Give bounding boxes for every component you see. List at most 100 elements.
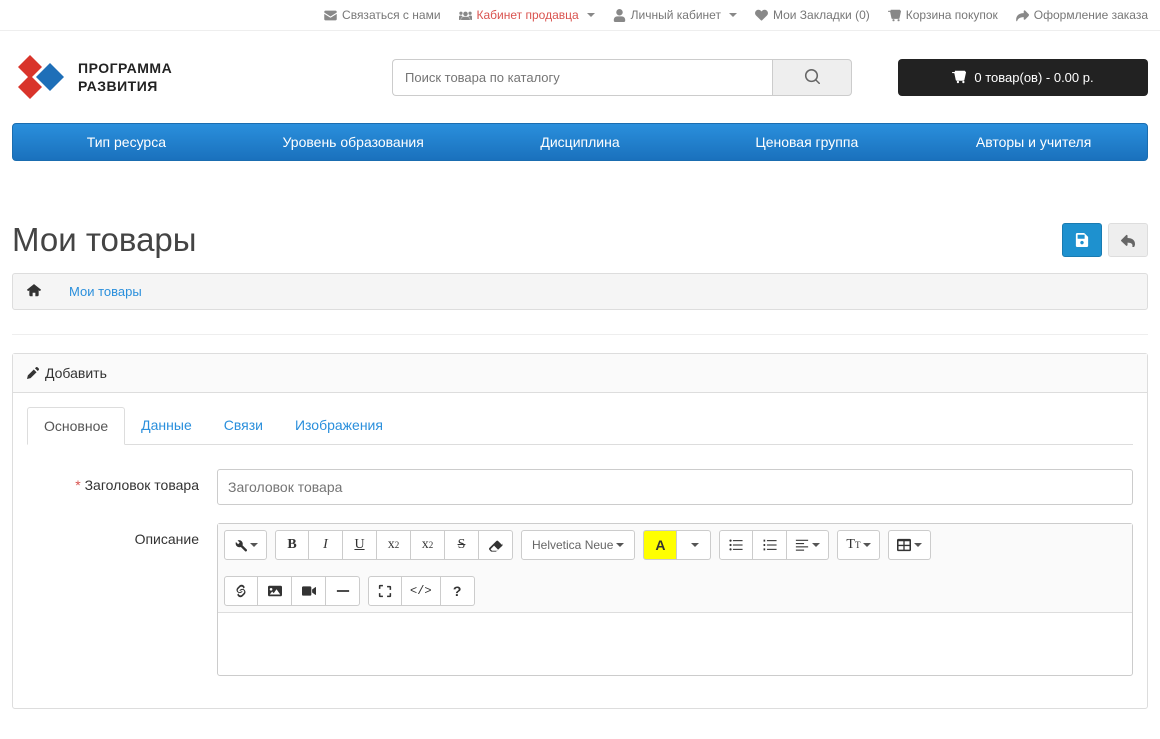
wishlist-link[interactable]: Мои Закладки (0) [755, 8, 870, 22]
tool-italic[interactable]: I [309, 530, 343, 560]
caret-down-icon [691, 543, 699, 547]
editor-content[interactable] [218, 613, 1132, 675]
breadcrumb-link[interactable]: Мои товары [69, 284, 142, 299]
panel-header: Добавить [13, 354, 1147, 393]
tool-image[interactable] [258, 576, 292, 606]
tab-data[interactable]: Данные [125, 407, 208, 445]
cart-link[interactable]: Корзина покупок [888, 8, 998, 22]
minus-icon [336, 584, 350, 598]
save-button[interactable] [1062, 223, 1102, 257]
tab-main[interactable]: Основное [27, 407, 125, 445]
shopping-cart-icon [952, 70, 966, 84]
checkout-link[interactable]: Оформление заказа [1016, 8, 1148, 22]
tool-source[interactable] [224, 530, 267, 560]
section-divider [12, 334, 1148, 335]
heart-icon [755, 9, 768, 22]
editor-toolbar: B I U x2 x2 S Helvetica Neue A [218, 524, 1132, 613]
caret-down-icon [863, 543, 871, 547]
tool-subscript[interactable]: x2 [411, 530, 445, 560]
tool-bold[interactable]: B [275, 530, 309, 560]
tool-highlight[interactable]: A [643, 530, 677, 560]
nav-level[interactable]: Уровень образования [240, 124, 467, 160]
tool-strikethrough[interactable]: S [445, 530, 479, 560]
row-description: Описание B I U x2 x2 S [27, 523, 1133, 676]
tool-underline[interactable]: U [343, 530, 377, 560]
image-icon [268, 584, 282, 598]
caret-down-icon [587, 13, 595, 17]
nav-authors[interactable]: Авторы и учителя [920, 124, 1147, 160]
rich-editor: B I U x2 x2 S Helvetica Neue A [217, 523, 1133, 676]
account-link[interactable]: Личный кабинет [613, 8, 737, 22]
panel-body: Основное Данные Связи Изображения * Заго… [13, 393, 1147, 708]
contact-link[interactable]: Связаться с нами [324, 8, 440, 22]
home-icon [27, 283, 41, 297]
page-title: Мои товары [12, 221, 197, 259]
nav-type[interactable]: Тип ресурса [13, 124, 240, 160]
save-icon [1075, 233, 1089, 247]
contact-label: Связаться с нами [342, 8, 440, 22]
header: ПРОГРАММА РАЗВИТИЯ 0 товар(ов) - 0.00 р. [0, 31, 1160, 123]
tool-help[interactable]: ? [441, 576, 475, 606]
logo-text: ПРОГРАММА РАЗВИТИЯ [78, 59, 172, 95]
expand-icon [378, 584, 392, 598]
table-icon [897, 538, 911, 552]
logo[interactable]: ПРОГРАММА РАЗВИТИЯ [12, 49, 172, 105]
wrench-icon [233, 538, 247, 552]
seller-cabinet-label: Кабинет продавца [477, 8, 579, 22]
tool-font-family[interactable]: Helvetica Neue [521, 530, 635, 560]
caret-down-icon [914, 543, 922, 547]
row-title: * Заголовок товара [27, 469, 1133, 505]
title-input[interactable] [217, 469, 1133, 505]
panel-title: Добавить [45, 365, 107, 381]
tool-highlight-menu[interactable] [677, 530, 711, 560]
tab-links[interactable]: Связи [208, 407, 279, 445]
page-header: Мои товары [12, 221, 1148, 259]
eraser-icon [489, 538, 503, 552]
tool-align[interactable] [787, 530, 829, 560]
align-icon [795, 538, 809, 552]
list-ol-icon [763, 538, 777, 552]
tool-ol[interactable] [753, 530, 787, 560]
tool-table[interactable] [888, 530, 931, 560]
cart-button[interactable]: 0 товар(ов) - 0.00 р. [898, 59, 1148, 96]
product-panel: Добавить Основное Данные Связи Изображен… [12, 353, 1148, 709]
title-label: * Заголовок товара [27, 469, 217, 493]
logo-line-2: РАЗВИТИЯ [78, 77, 172, 95]
tool-superscript[interactable]: x2 [377, 530, 411, 560]
tool-link[interactable] [224, 576, 258, 606]
logo-mark [12, 49, 68, 105]
breadcrumb-home[interactable] [27, 283, 41, 300]
tool-video[interactable] [292, 576, 326, 606]
search [392, 59, 852, 96]
seller-cabinet-link[interactable]: Кабинет продавца [459, 8, 595, 22]
user-icon [613, 9, 626, 22]
list-ul-icon [729, 538, 743, 552]
account-label: Личный кабинет [631, 8, 721, 22]
logo-line-1: ПРОГРАММА [78, 59, 172, 77]
nav-discipline[interactable]: Дисциплина [467, 124, 694, 160]
search-button[interactable] [772, 59, 852, 96]
tool-ul[interactable] [719, 530, 753, 560]
reply-icon [1121, 233, 1135, 247]
caret-down-icon [729, 13, 737, 17]
back-button[interactable] [1108, 223, 1148, 257]
tool-fullscreen[interactable] [368, 576, 402, 606]
search-input[interactable] [392, 59, 772, 96]
checkout-label: Оформление заказа [1034, 8, 1148, 22]
nav-price-group[interactable]: Ценовая группа [693, 124, 920, 160]
search-icon [804, 69, 820, 85]
shopping-cart-icon [888, 9, 901, 22]
tool-hr[interactable] [326, 576, 360, 606]
caret-down-icon [616, 543, 624, 547]
cart-label: Корзина покупок [906, 8, 998, 22]
envelope-icon [324, 9, 337, 22]
pencil-icon [27, 367, 39, 379]
page-body: Мои товары Мои товары [0, 221, 1160, 335]
tool-font-size[interactable]: TT [837, 530, 880, 560]
tab-images[interactable]: Изображения [279, 407, 399, 445]
share-icon [1016, 9, 1029, 22]
tool-code-view[interactable]: </> [402, 576, 441, 606]
tabs: Основное Данные Связи Изображения [27, 407, 1133, 445]
caret-down-icon [812, 543, 820, 547]
tool-clear-format[interactable] [479, 530, 513, 560]
